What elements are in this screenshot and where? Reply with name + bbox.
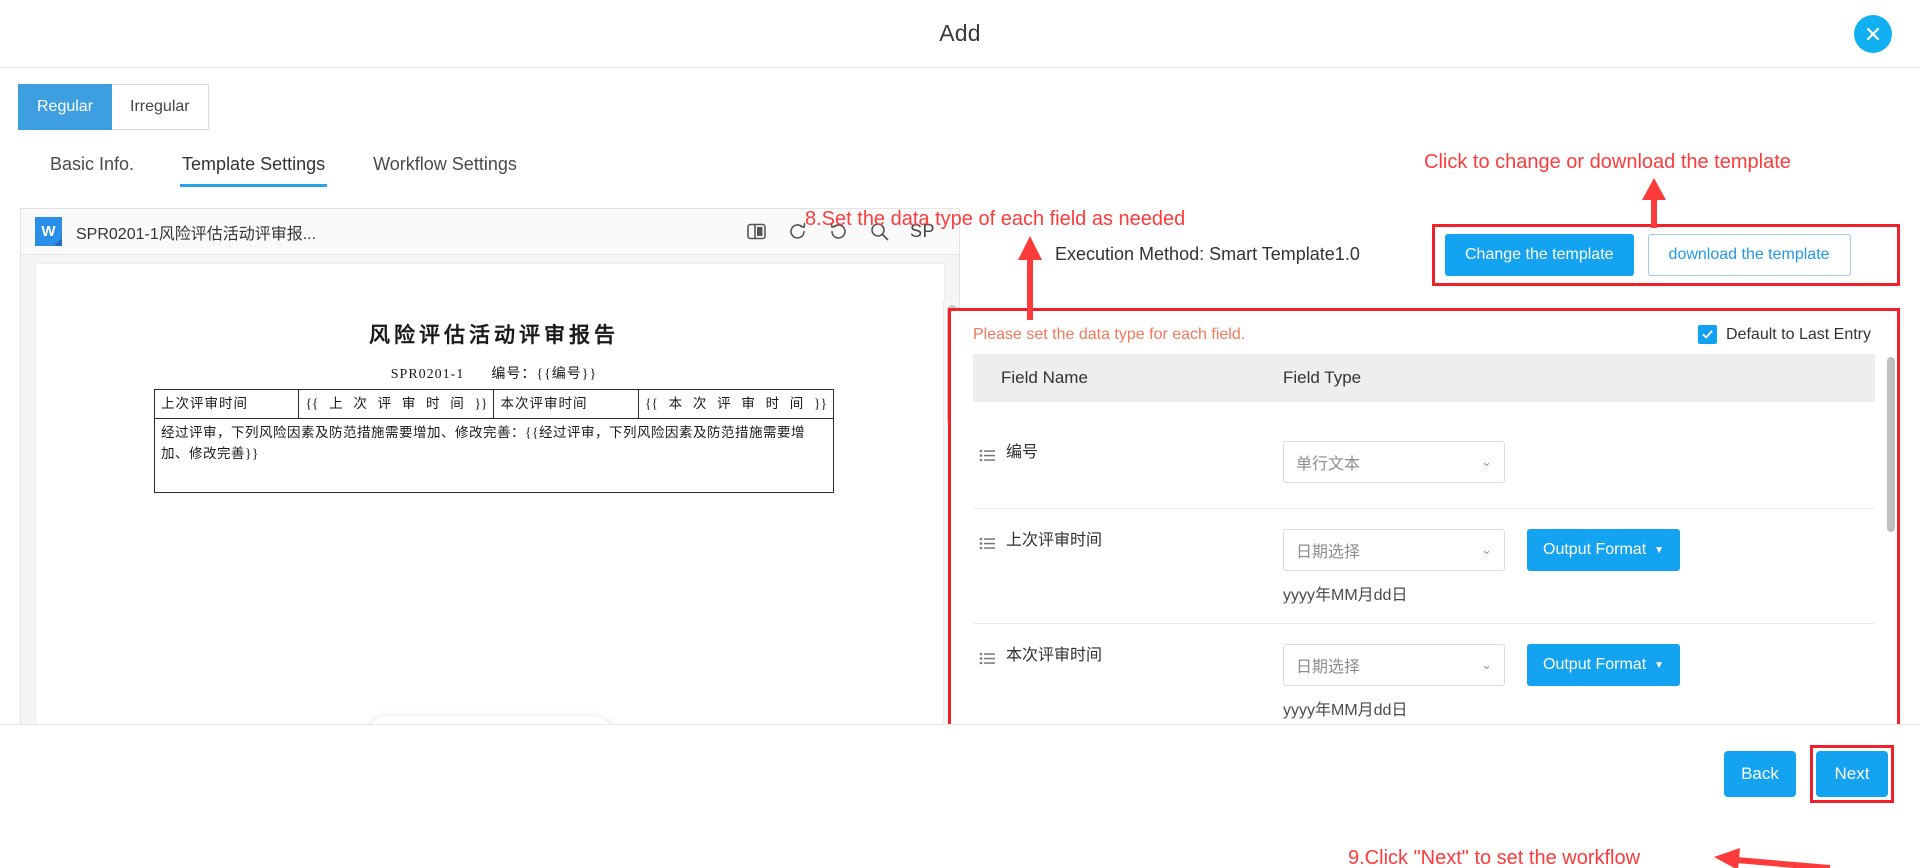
type-segmented-control: Regular Irregular — [18, 84, 209, 130]
modal-footer: Back Next — [0, 724, 1920, 830]
field-type-select[interactable]: 单行文本 ⌄ — [1283, 441, 1505, 483]
cell-label-last-review: 上次评审时间 — [153, 388, 300, 420]
table-row: 本次评审时间 日期选择 ⌄ Output Format ▼ yyyy年MM月dd… — [973, 624, 1875, 739]
field-type-select[interactable]: 日期选择 ⌄ — [1283, 644, 1505, 686]
field-panel-hint: Please set the data type for each field. — [973, 325, 1246, 343]
cell-value-this-review: {{本次评审时间}} — [637, 388, 835, 420]
field-name-cell: 上次评审时间 — [973, 529, 1283, 559]
checkbox-checked-icon — [1698, 325, 1718, 344]
execution-method-label: Execution Method: Smart Template1.0 — [1055, 244, 1360, 264]
caret-down-icon: ▼ — [1654, 659, 1665, 671]
field-type-controls: 日期选择 ⌄ Output Format ▼ — [1283, 529, 1875, 571]
annotation-step-8: 8.Set the data type of each field as nee… — [805, 208, 1186, 230]
field-type-cell: 日期选择 ⌄ Output Format ▼ yyyy年MM月dd日 — [1283, 529, 1875, 605]
column-header-field-name: Field Name — [1001, 368, 1088, 387]
document-title: 风险评估活动评审报告 — [369, 323, 619, 347]
chevron-down-icon: ⌄ — [1481, 542, 1492, 557]
change-template-button[interactable]: Change the template — [1445, 234, 1634, 276]
segment-regular[interactable]: Regular — [18, 84, 113, 130]
field-type-select[interactable]: 日期选择 ⌄ — [1283, 529, 1505, 571]
field-name-label: 编号 — [1006, 444, 1039, 461]
annotation-arrow-step-9 — [1714, 848, 1831, 868]
download-template-button[interactable]: download the template — [1647, 234, 1851, 276]
template-actions-group: Change the template download the templat… — [1432, 224, 1900, 286]
document-file-name: SPR0201-1风险评估活动评审报... — [76, 225, 317, 243]
field-type-cell: 日期选择 ⌄ Output Format ▼ yyyy年MM月dd日 — [1283, 644, 1875, 720]
annotation-template-note: Click to change or download the template — [1424, 151, 1791, 173]
field-type-value: 日期选择 — [1296, 659, 1361, 676]
output-format-label: Output Format — [1543, 541, 1647, 558]
document-subtitle: SPR0201-1 编号：{{编号}} — [154, 363, 834, 383]
field-type-cell: 单行文本 ⌄ — [1283, 441, 1875, 483]
output-format-label: Output Format — [1543, 656, 1647, 673]
column-header-field-type: Field Type — [1283, 368, 1362, 387]
field-name-cell: 编号 — [973, 441, 1283, 471]
field-table-header: Field Name Field Type — [973, 354, 1875, 402]
field-panel-scrollbar-thumb[interactable] — [1887, 357, 1895, 532]
close-button[interactable] — [1854, 14, 1892, 53]
cell-review-conclusion: 经过评审，下列风险因素及防范措施需要增加、修改完善：{{经过评审，下列风险因素及… — [154, 418, 834, 494]
document-preview-panel: W SPR0201-1风险评估活动评审报... SP 风险评估活动评审报告 SP… — [20, 208, 960, 813]
document-page: 风险评估活动评审报告 SPR0201-1 编号：{{编号}} 上次评审时间 {{… — [35, 263, 945, 782]
caret-down-icon: ▼ — [1654, 544, 1665, 556]
tab-basic-info[interactable]: Basic Info. — [26, 144, 158, 191]
field-name-label: 上次评审时间 — [1006, 532, 1103, 549]
next-button[interactable]: Next — [1816, 751, 1888, 797]
output-format-value: yyyy年MM月dd日 — [1283, 702, 1408, 719]
field-type-value: 单行文本 — [1296, 456, 1361, 473]
output-format-value: yyyy年MM月dd日 — [1283, 587, 1408, 604]
chevron-down-icon: ⌄ — [1481, 454, 1492, 469]
modal-header: Add — [0, 0, 1920, 68]
document-code: SPR0201-1 — [390, 367, 465, 382]
field-type-value: 日期选择 — [1296, 544, 1361, 561]
tab-template-settings[interactable]: Template Settings — [158, 144, 349, 191]
drag-handle-icon[interactable] — [979, 649, 996, 674]
field-panel-hint-row: Please set the data type for each field.… — [951, 311, 1897, 354]
drag-handle-icon[interactable] — [979, 534, 996, 559]
cell-label-this-review: 本次评审时间 — [493, 388, 639, 420]
panel-icon[interactable] — [746, 221, 767, 242]
field-type-controls: 单行文本 ⌄ — [1283, 441, 1875, 483]
tab-bar: Basic Info. Template Settings Workflow S… — [26, 144, 541, 191]
default-to-last-entry-checkbox[interactable]: Default to Last Entry — [1698, 325, 1871, 344]
document-code-label: 编号： — [491, 367, 537, 382]
table-row: 上次评审时间 日期选择 ⌄ Output Format ▼ yyyy年MM月dd… — [973, 509, 1875, 624]
document-table: 上次评审时间 {{上次评审时间}} 本次评审时间 {{本次评审时间}} 经过评审… — [153, 388, 835, 494]
field-name-cell: 本次评审时间 — [973, 644, 1283, 674]
field-name-label: 本次评审时间 — [1006, 647, 1103, 664]
back-button[interactable]: Back — [1724, 751, 1796, 797]
footer-button-group: Back Next — [1724, 745, 1894, 803]
tab-workflow-settings[interactable]: Workflow Settings — [349, 144, 541, 191]
word-file-icon: W — [35, 217, 62, 246]
document-code-value: {{编号}} — [536, 367, 598, 382]
table-row: 上次评审时间 {{上次评审时间}} 本次评审时间 {{本次评审时间}} — [153, 388, 835, 420]
chevron-down-icon: ⌄ — [1481, 657, 1492, 672]
close-icon — [1863, 24, 1883, 44]
output-format-button[interactable]: Output Format ▼ — [1527, 529, 1681, 571]
cell-value-last-review: {{上次评审时间}} — [298, 388, 495, 420]
page-title: Add — [939, 20, 981, 46]
annotation-arrow-template — [1642, 178, 1666, 228]
table-row: 编号 单行文本 ⌄ — [973, 421, 1875, 509]
field-type-controls: 日期选择 ⌄ Output Format ▼ — [1283, 644, 1875, 686]
table-row: 经过评审，下列风险因素及防范措施需要增加、修改完善：{{经过评审，下列风险因素及… — [154, 418, 834, 494]
annotation-step-9: 9.Click "Next" to set the workflow — [1348, 847, 1641, 868]
next-button-highlight: Next — [1810, 745, 1894, 803]
modal-body: Regular Irregular Basic Info. Template S… — [0, 68, 1920, 868]
document-content: 风险评估活动评审报告 SPR0201-1 编号：{{编号}} 上次评审时间 {{… — [153, 319, 835, 494]
default-to-last-entry-label: Default to Last Entry — [1726, 325, 1871, 343]
output-format-button[interactable]: Output Format ▼ — [1527, 644, 1681, 686]
segment-irregular[interactable]: Irregular — [112, 84, 209, 130]
drag-handle-icon[interactable] — [979, 446, 996, 471]
